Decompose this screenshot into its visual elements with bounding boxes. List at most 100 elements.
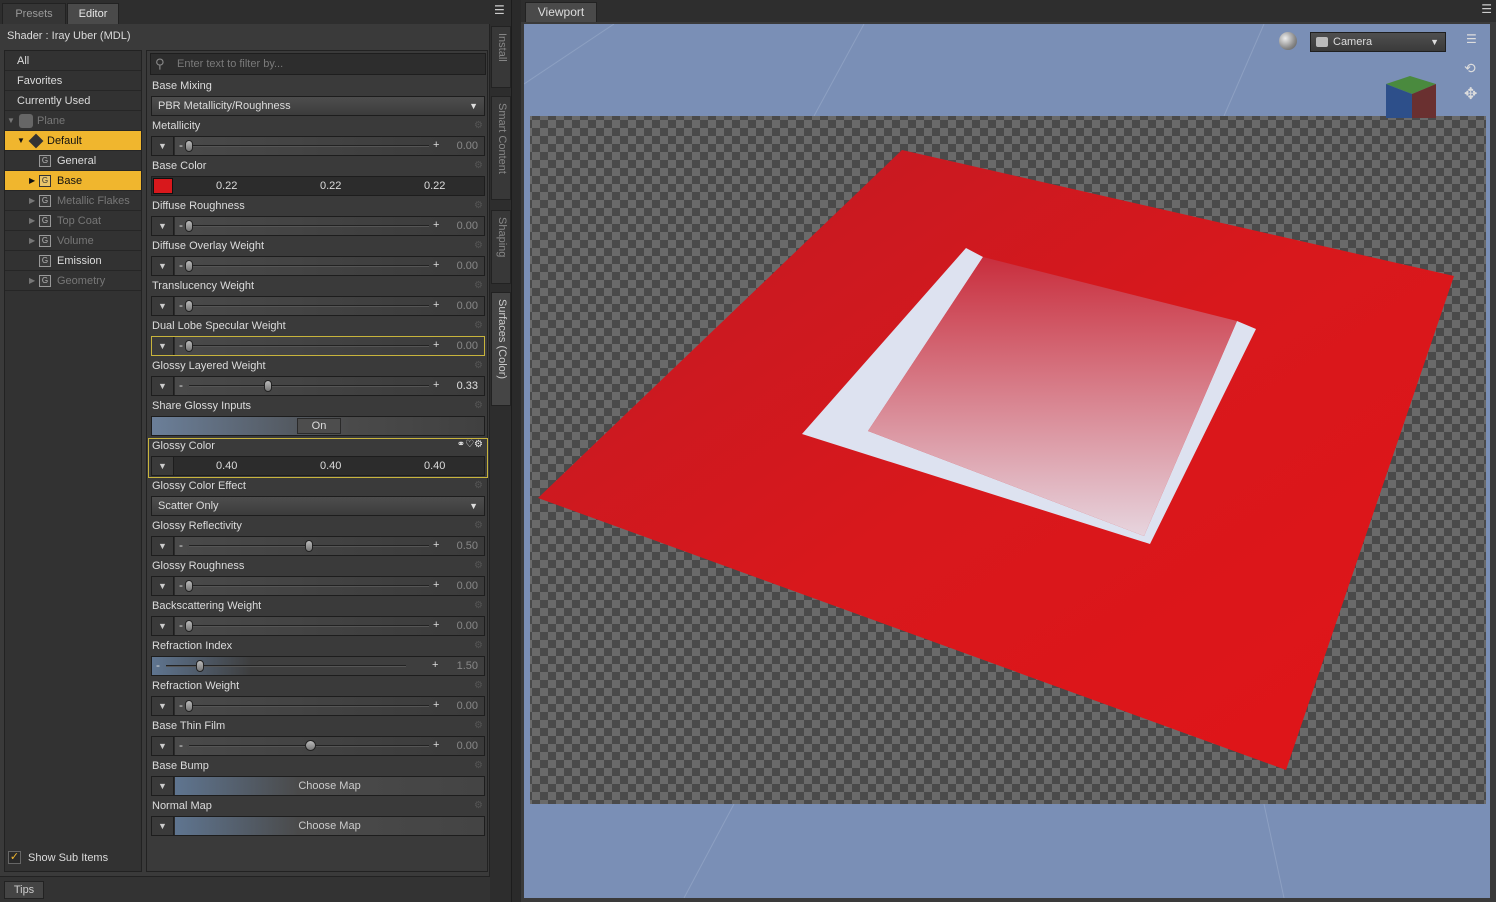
increment-icon[interactable]: + (433, 377, 439, 394)
slider-value[interactable]: 0.33 (457, 377, 478, 395)
glossy-roughness-slider[interactable]: ▼ - + 0.00 (151, 576, 485, 596)
slider-knob[interactable] (185, 620, 193, 632)
color-menu-button[interactable]: ▼ (152, 457, 174, 475)
increment-icon[interactable]: + (433, 337, 439, 354)
slider-menu-button[interactable]: ▼ (152, 297, 174, 315)
tab-viewport[interactable]: Viewport (525, 2, 597, 22)
increment-icon[interactable]: + (433, 577, 439, 594)
color-b-value[interactable]: 0.40 (424, 457, 445, 475)
render-preview-icon[interactable] (1279, 32, 1297, 50)
color-r-value[interactable]: 0.40 (216, 457, 237, 475)
gear-icon[interactable]: ⚙ (474, 160, 483, 171)
slider-track[interactable] (189, 385, 429, 387)
gear-icon[interactable]: ⚙ (474, 280, 483, 291)
pan-icon[interactable]: ✥ (1464, 84, 1477, 104)
slider-menu-button[interactable]: ▼ (152, 737, 174, 755)
slider-area[interactable]: - + 0.00 (175, 217, 484, 235)
slider-track[interactable] (189, 625, 429, 627)
slider-track[interactable] (189, 585, 429, 587)
map-menu-button[interactable]: ▼ (152, 777, 174, 795)
tree-item-metallic-flakes[interactable]: ▶ G Metallic Flakes (5, 191, 141, 211)
slider-menu-button[interactable]: ▼ (152, 337, 174, 355)
link-favorite-gear-icons[interactable]: ⚭♡⚙ (457, 439, 483, 450)
expand-arrow-icon[interactable]: ▶ (29, 271, 35, 291)
slider-value[interactable]: 0.00 (457, 697, 478, 715)
glossy-color-effect-select[interactable]: Scatter Only ▼ (151, 496, 485, 516)
gear-icon[interactable]: ⚙ (474, 640, 483, 651)
slider-knob[interactable] (185, 140, 193, 152)
tab-install[interactable]: Install (491, 26, 511, 88)
increment-icon[interactable]: + (433, 217, 439, 234)
pane-menu-icon[interactable]: ☰ (494, 3, 505, 17)
tree-item-currently-used[interactable]: Currently Used (5, 91, 141, 111)
color-b-value[interactable]: 0.22 (424, 177, 445, 195)
slider-area[interactable]: - + 0.00 (175, 577, 484, 595)
decrement-icon[interactable]: - (179, 217, 183, 234)
refraction-weight-slider[interactable]: ▼ - + 0.00 (151, 696, 485, 716)
base-bump-map[interactable]: ▼ Choose Map (151, 776, 485, 796)
diffuse-overlay-weight-slider[interactable]: ▼ - + 0.00 (151, 256, 485, 276)
camera-select[interactable]: Camera ▼ (1310, 32, 1446, 52)
expand-arrow-icon[interactable]: ▶ (29, 231, 35, 251)
expand-arrow-icon[interactable]: ▶ (29, 171, 35, 191)
increment-icon[interactable]: + (433, 257, 439, 274)
slider-menu-button[interactable]: ▼ (152, 617, 174, 635)
expand-arrow-icon[interactable]: ▼ (17, 131, 25, 151)
decrement-icon[interactable]: - (179, 337, 183, 354)
slider-area[interactable]: - + 1.50 (152, 657, 484, 675)
tree-item-default[interactable]: ▼ Default (5, 131, 141, 151)
slider-area[interactable]: - + 0.33 (175, 377, 484, 395)
gear-icon[interactable]: ⚙ (474, 120, 483, 131)
base-mixing-select[interactable]: PBR Metallicity/Roughness ▼ (151, 96, 485, 116)
increment-icon[interactable]: + (433, 737, 439, 754)
slider-area[interactable]: - + 0.00 (175, 257, 484, 275)
decrement-icon[interactable]: - (179, 737, 183, 754)
expand-arrow-icon[interactable]: ▶ (29, 211, 35, 231)
metallicity-slider[interactable]: ▼ - + 0.00 (151, 136, 485, 156)
slider-area[interactable]: - + 0.00 (175, 697, 484, 715)
slider-value[interactable]: 0.00 (457, 257, 478, 275)
slider-knob[interactable] (195, 660, 204, 672)
expand-arrow-icon[interactable]: ▶ (29, 191, 35, 211)
slider-knob[interactable] (185, 580, 193, 592)
slider-area[interactable]: - + 0.00 (175, 737, 484, 755)
base-color-field[interactable]: 0.22 0.22 0.22 (151, 176, 485, 196)
gear-icon[interactable]: ⚙ (474, 480, 483, 491)
slider-value[interactable]: 0.00 (457, 217, 478, 235)
gear-icon[interactable]: ⚙ (474, 800, 483, 811)
slider-track[interactable] (189, 705, 429, 707)
slider-area[interactable]: - + 0.00 (175, 137, 484, 155)
refraction-index-slider[interactable]: - + 1.50 (151, 656, 485, 676)
slider-value[interactable]: 0.00 (457, 737, 478, 755)
gear-icon[interactable]: ⚙ (474, 720, 483, 731)
slider-knob[interactable] (185, 300, 193, 312)
glossy-reflectivity-slider[interactable]: ▼ - + 0.50 (151, 536, 485, 556)
slider-knob[interactable] (305, 740, 316, 751)
decrement-icon[interactable]: - (179, 257, 183, 274)
viewport-options-icon[interactable]: ☰ (1466, 32, 1484, 48)
tab-presets[interactable]: Presets (2, 3, 66, 24)
tab-editor[interactable]: Editor (67, 3, 119, 24)
glossy-layered-weight-slider[interactable]: ▼ - + 0.33 (151, 376, 485, 396)
slider-track[interactable] (189, 265, 429, 267)
slider-knob[interactable] (305, 540, 313, 552)
color-r-value[interactable]: 0.22 (216, 177, 237, 195)
increment-icon[interactable]: + (433, 617, 439, 634)
toggle-on-button[interactable]: On (297, 418, 341, 434)
decrement-icon[interactable]: - (179, 577, 183, 594)
tab-smart-content[interactable]: Smart Content (491, 96, 511, 200)
slider-menu-button[interactable]: ▼ (152, 377, 174, 395)
tree-item-geometry[interactable]: ▶ G Geometry (5, 271, 141, 291)
decrement-icon[interactable]: - (179, 297, 183, 314)
backscattering-weight-slider[interactable]: ▼ - + 0.00 (151, 616, 485, 636)
color-g-value[interactable]: 0.40 (320, 457, 341, 475)
tree-item-favorites[interactable]: Favorites (5, 71, 141, 91)
tree-item-base[interactable]: ▶ G Base (5, 171, 141, 191)
choose-map-button[interactable]: Choose Map (175, 777, 484, 795)
choose-map-button[interactable]: Choose Map (175, 817, 484, 835)
gear-icon[interactable]: ⚙ (474, 680, 483, 691)
slider-menu-button[interactable]: ▼ (152, 257, 174, 275)
slider-value[interactable]: 0.00 (457, 297, 478, 315)
slider-knob[interactable] (185, 220, 193, 232)
slider-value[interactable]: 0.00 (457, 577, 478, 595)
